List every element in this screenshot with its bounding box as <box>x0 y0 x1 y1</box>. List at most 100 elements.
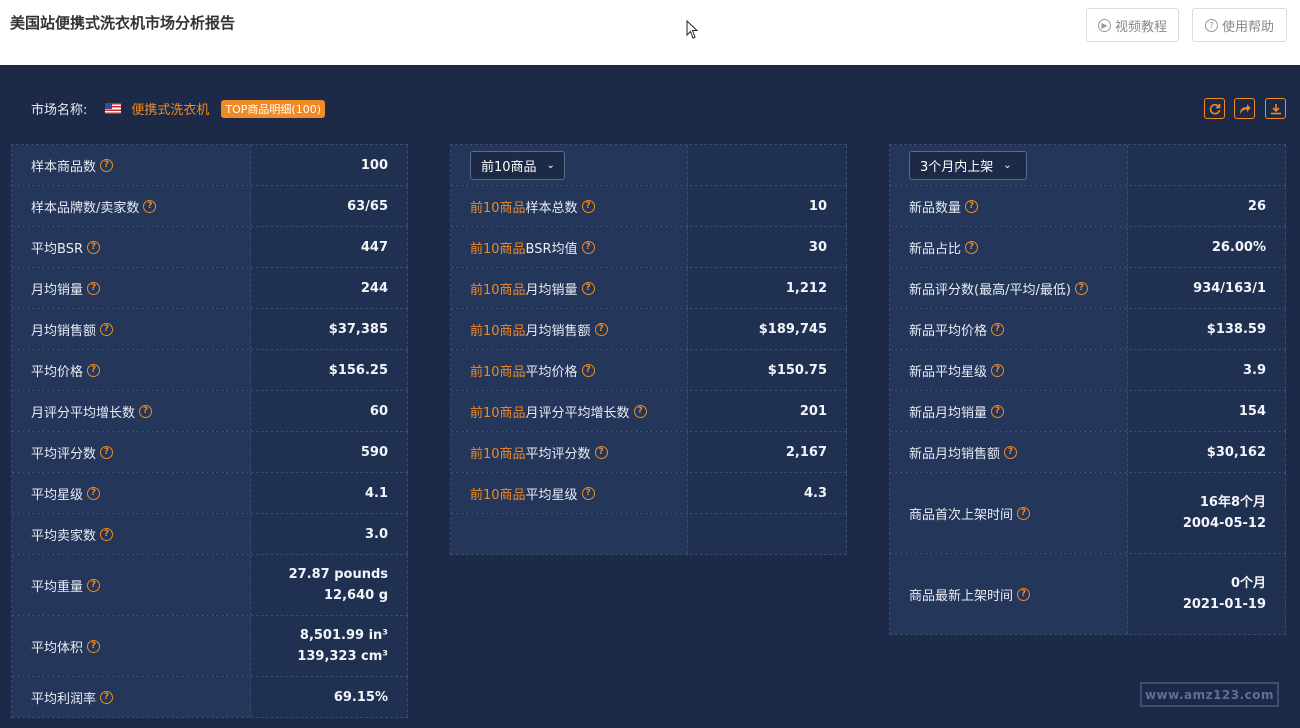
help-icon[interactable]: ? <box>143 199 157 213</box>
row-label: 平均星级 <box>525 487 578 503</box>
new-products-table: 3个月内上架 ⌄ 新品数量? 26 新品占比? 26.00% 新品评分数(最高/平… <box>889 144 1286 635</box>
row-label: 平均利润率 <box>31 691 97 707</box>
help-icon[interactable]: ? <box>965 240 979 254</box>
table-row: 平均体积? 8,501.99 in³ 139,323 cm³ <box>12 616 408 677</box>
row-label: 平均评分数 <box>525 446 591 462</box>
row-label: 平均价格 <box>525 364 578 380</box>
table-row: 新品月均销量? 154 <box>890 391 1286 432</box>
row-value: 30 <box>808 239 827 255</box>
row-value: 590 <box>360 444 388 460</box>
help-icon[interactable]: ? <box>594 445 608 459</box>
row-value: 934/163/1 <box>1193 280 1266 296</box>
share-button[interactable] <box>1234 98 1255 119</box>
row-label: 新品平均星级 <box>909 364 988 380</box>
help-icon[interactable]: ? <box>87 281 101 295</box>
row-label: 平均评分数 <box>31 446 97 462</box>
table-row: 新品平均星级? 3.9 <box>890 350 1286 391</box>
select-value: 3个月内上架 <box>920 159 994 175</box>
help-icon[interactable]: ? <box>965 199 979 213</box>
help-icon[interactable]: ? <box>87 363 101 377</box>
top-products-select[interactable]: 前10商品 ⌄ <box>470 150 565 180</box>
help-icon[interactable]: ? <box>581 240 595 254</box>
help-icon[interactable]: ? <box>991 363 1005 377</box>
help-icon[interactable]: ? <box>100 690 114 704</box>
row-value: $150.75 <box>767 362 827 378</box>
table-row: 前10商品 平均星级? 4.3 <box>451 473 847 514</box>
help-icon[interactable]: ? <box>100 527 114 541</box>
help-icon[interactable]: ? <box>1004 445 1018 459</box>
launch-period-select[interactable]: 3个月内上架 ⌄ <box>909 150 1027 180</box>
row-value: $138.59 <box>1206 321 1266 337</box>
help-icon[interactable]: ? <box>139 404 153 418</box>
help-icon[interactable]: ? <box>991 404 1005 418</box>
table-row: 平均卖家数? 3.0 <box>12 514 408 555</box>
row-label: 新品占比 <box>909 241 962 257</box>
help-icon[interactable]: ? <box>581 199 595 213</box>
row-label: 样本商品数 <box>31 159 97 175</box>
help-icon[interactable]: ? <box>1074 281 1088 295</box>
help-icon[interactable]: ? <box>100 158 114 172</box>
table-row: 前10商品 ⌄ <box>451 145 847 186</box>
row-value: 0个月 <box>1230 576 1266 591</box>
help-icon[interactable]: ? <box>86 240 100 254</box>
row-label: 月均销量 <box>31 282 84 298</box>
help-icon[interactable]: ? <box>100 445 114 459</box>
help-icon[interactable]: ? <box>87 486 101 500</box>
table-row: 新品月均销售额? $30,162 <box>890 432 1286 473</box>
row-label: 新品月均销量 <box>909 405 988 421</box>
row-value: 201 <box>799 403 827 419</box>
top-products-badge[interactable]: TOP商品明细(100) <box>221 99 325 118</box>
help-icon[interactable]: ? <box>991 322 1005 336</box>
help-icon[interactable]: ? <box>1017 506 1031 520</box>
help-icon[interactable]: ? <box>100 322 114 336</box>
row-value: 27.87 pounds <box>288 567 388 582</box>
help-icon[interactable]: ? <box>581 363 595 377</box>
row-value: $37,385 <box>328 321 388 337</box>
row-value: 3.9 <box>1242 362 1266 378</box>
download-button[interactable] <box>1265 98 1286 119</box>
row-value: 69.15% <box>333 689 388 705</box>
row-label: BSR均值 <box>525 241 578 257</box>
table-row: 前10商品 BSR均值? 30 <box>451 227 847 268</box>
row-value: 4.1 <box>364 485 388 501</box>
row-value: 447 <box>360 239 388 255</box>
row-label: 月均销售额 <box>31 323 97 339</box>
refresh-button[interactable] <box>1204 98 1225 119</box>
table-row: 前10商品 月均销售额? $189,745 <box>451 309 847 350</box>
row-value: 63/65 <box>347 198 388 214</box>
market-name[interactable]: 便携式洗衣机 <box>131 99 209 118</box>
row-value: 100 <box>360 157 388 173</box>
row-label: 平均价格 <box>31 364 84 380</box>
help-icon[interactable]: ? <box>87 639 101 653</box>
help-icon[interactable]: ? <box>581 281 595 295</box>
video-tutorial-button[interactable]: ▶ 视频教程 <box>1086 8 1179 42</box>
table-row: 样本商品数? 100 <box>12 145 408 186</box>
row-label: 样本品牌数/卖家数 <box>31 200 140 216</box>
help-icon[interactable]: ? <box>633 404 647 418</box>
row-value: $189,745 <box>758 321 827 337</box>
help-button[interactable]: ? 使用帮助 <box>1192 8 1287 42</box>
row-value: 10 <box>808 198 827 214</box>
help-icon[interactable]: ? <box>594 322 608 336</box>
row-label: 月均销量 <box>525 282 578 298</box>
row-value-secondary: 2021-01-19 <box>1182 597 1266 612</box>
us-flag-icon <box>105 103 122 114</box>
row-value-secondary: 12,640 g <box>324 588 388 603</box>
table-row: 月均销售额? $37,385 <box>12 309 408 350</box>
row-value: 2,167 <box>785 444 827 460</box>
row-value: $156.25 <box>328 362 388 378</box>
row-label: 平均重量 <box>31 579 84 595</box>
help-icon[interactable]: ? <box>87 578 101 592</box>
help-icon[interactable]: ? <box>1017 587 1031 601</box>
table-row: 平均价格? $156.25 <box>12 350 408 391</box>
help-icon[interactable]: ? <box>581 486 595 500</box>
chevron-down-icon: ⌄ <box>546 159 555 171</box>
row-label: 月均销售额 <box>525 323 591 339</box>
row-label-prefix: 前10商品 <box>470 241 526 257</box>
row-label: 新品评分数(最高/平均/最低) <box>909 282 1071 298</box>
row-label-prefix: 前10商品 <box>470 323 526 339</box>
table-row: 新品数量? 26 <box>890 186 1286 227</box>
table-row: 前10商品 月均销量? 1,212 <box>451 268 847 309</box>
row-value-secondary: 139,323 cm³ <box>297 649 388 664</box>
video-tutorial-label: 视频教程 <box>1114 19 1167 35</box>
